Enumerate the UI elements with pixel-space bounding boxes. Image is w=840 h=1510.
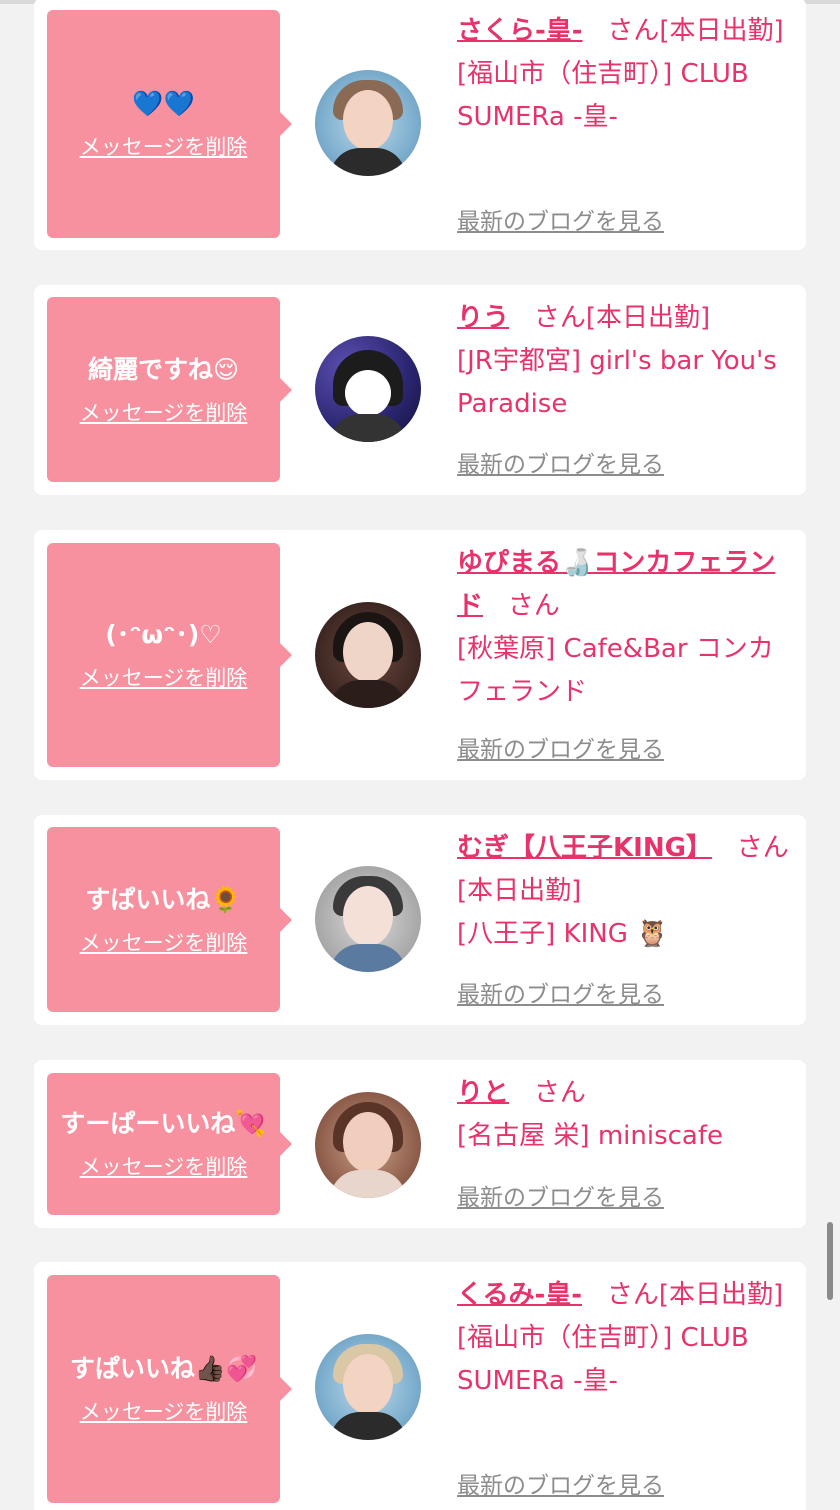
delete-message-link[interactable]: メッセージを削除 (80, 1151, 248, 1181)
delete-message-link[interactable]: メッセージを削除 (80, 662, 248, 692)
message-card: 綺麗ですね😌 メッセージを削除 りう さん[本日出勤] [JR宇都宮] girl… (34, 285, 806, 495)
cast-name-link[interactable]: さくら-皇- (457, 16, 583, 46)
avatar[interactable] (315, 866, 421, 972)
message-bubble: すーぱーいいね💘 メッセージを削除 (47, 1073, 292, 1215)
message-text: すーぱーいいね💘 (60, 1109, 267, 1138)
shop-name: [八王子] KING 🦉 (457, 919, 669, 949)
cast-info: くるみ-皇- さん[本日出勤] [福山市（住吉町）] CLUB SUMERa -… (457, 1274, 797, 1403)
scrollbar-thumb[interactable] (827, 1222, 833, 1300)
latest-blog-link[interactable]: 最新のブログを見る (457, 1466, 664, 1500)
avatar[interactable] (315, 602, 421, 708)
avatar[interactable] (315, 70, 421, 176)
latest-blog-link[interactable]: 最新のブログを見る (457, 1178, 664, 1212)
message-bubble: 💙💙 メッセージを削除 (47, 10, 292, 238)
cast-status: さん (533, 1078, 586, 1108)
message-bubble: (･ᵔωᵔ･)♡ メッセージを削除 (47, 543, 292, 767)
messages-page: 💙💙 メッセージを削除 さくら-皇- さん[本日出勤] [福山市（住吉町）] C… (0, 0, 840, 1510)
avatar[interactable] (315, 336, 421, 442)
message-bubble: 綺麗ですね😌 メッセージを削除 (47, 297, 292, 482)
latest-blog-link[interactable]: 最新のブログを見る (457, 975, 664, 1009)
cast-status: さん[本日出勤] (607, 16, 784, 46)
cast-status: さん[本日出勤] (533, 303, 711, 333)
delete-message-link[interactable]: メッセージを削除 (80, 397, 248, 427)
delete-message-link[interactable]: メッセージを削除 (80, 1396, 248, 1426)
delete-message-link[interactable]: メッセージを削除 (80, 131, 248, 161)
message-card: (･ᵔωᵔ･)♡ メッセージを削除 ゆぴまる🍶コンカフェランド さん [秋葉原]… (34, 530, 806, 780)
avatar[interactable] (315, 1092, 421, 1198)
shop-name: [名古屋 栄] miniscafe (457, 1121, 723, 1151)
message-text: (･ᵔωᵔ･)♡ (105, 620, 222, 649)
message-bubble: すぱいいね👍🏿💞 メッセージを削除 (47, 1275, 292, 1503)
cast-name-link[interactable]: くるみ-皇- (457, 1280, 582, 1310)
cast-status: さん (507, 591, 560, 621)
message-card: すぱいいね👍🏿💞 メッセージを削除 くるみ-皇- さん[本日出勤] [福山市（住… (34, 1262, 806, 1510)
shop-name: [JR宇都宮] girl's bar You's Paradise (457, 346, 777, 419)
message-card: すーぱーいいね💘 メッセージを削除 りと さん [名古屋 栄] miniscaf… (34, 1060, 806, 1228)
message-card: すぱいいね🌻 メッセージを削除 むぎ【八王子KING】 さん[本日出勤] [八王… (34, 815, 806, 1025)
shop-name: [秋葉原] Cafe&Bar コンカフェランド (457, 634, 774, 707)
message-text: 綺麗ですね😌 (87, 354, 240, 384)
message-text: すぱいいね🌻 (85, 884, 242, 914)
cast-info: さくら-皇- さん[本日出勤] [福山市（住吉町）] CLUB SUMERa -… (457, 10, 797, 139)
cast-name-link[interactable]: りう (457, 303, 509, 333)
message-text: 💙💙 (132, 89, 195, 118)
cast-name-link[interactable]: りと (457, 1078, 509, 1108)
shop-name: [福山市（住吉町）] CLUB SUMERa -皇- (457, 59, 749, 132)
shop-name: [福山市（住吉町）] CLUB SUMERa -皇- (457, 1323, 749, 1396)
message-card: 💙💙 メッセージを削除 さくら-皇- さん[本日出勤] [福山市（住吉町）] C… (34, 0, 806, 250)
latest-blog-link[interactable]: 最新のブログを見る (457, 445, 664, 479)
cast-status: さん[本日出勤] (606, 1280, 784, 1310)
cast-info: むぎ【八王子KING】 さん[本日出勤] [八王子] KING 🦉 (457, 827, 797, 956)
avatar[interactable] (315, 1334, 421, 1440)
cast-info: りと さん [名古屋 栄] miniscafe (457, 1072, 797, 1158)
cast-name-link[interactable]: むぎ【八王子KING】 (457, 833, 712, 863)
delete-message-link[interactable]: メッセージを削除 (80, 927, 248, 957)
cast-info: ゆぴまる🍶コンカフェランド さん [秋葉原] Cafe&Bar コンカフェランド (457, 542, 797, 714)
cast-info: りう さん[本日出勤] [JR宇都宮] girl's bar You's Par… (457, 297, 797, 426)
message-text: すぱいいね👍🏿💞 (69, 1354, 258, 1383)
cast-name-link[interactable]: ゆぴまる🍶コンカフェランド (457, 548, 775, 621)
message-bubble: すぱいいね🌻 メッセージを削除 (47, 827, 292, 1012)
latest-blog-link[interactable]: 最新のブログを見る (457, 730, 664, 764)
latest-blog-link[interactable]: 最新のブログを見る (457, 202, 664, 236)
